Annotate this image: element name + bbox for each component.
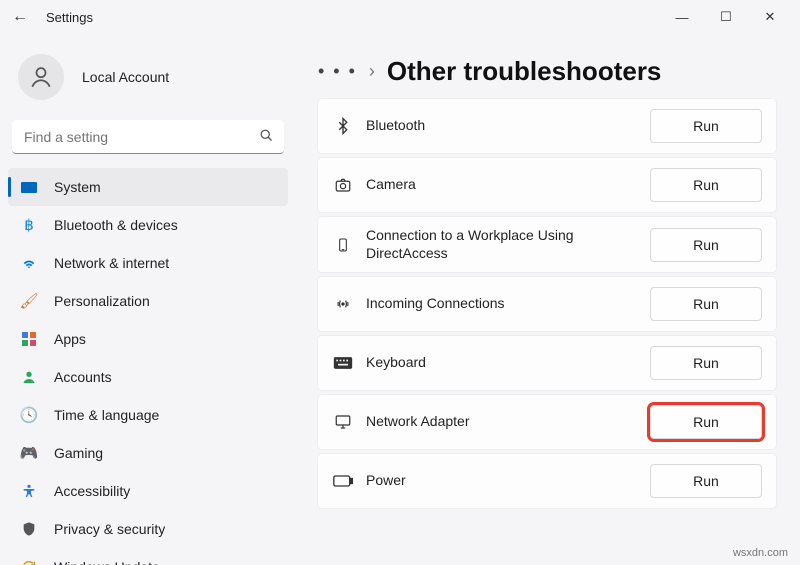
run-button[interactable]: Run: [650, 168, 762, 202]
sidebar-item-label: Network & internet: [54, 255, 169, 271]
troubleshooter-list: Bluetooth Run Camera Run Connection to a…: [318, 99, 776, 508]
run-button[interactable]: Run: [650, 109, 762, 143]
troubleshooter-label: Keyboard: [360, 354, 650, 372]
shield-icon: [18, 518, 40, 540]
bluetooth-icon: [326, 117, 360, 135]
troubleshooter-label: Power: [360, 472, 650, 490]
sidebar-item-apps[interactable]: Apps: [8, 320, 288, 358]
close-button[interactable]: ✕: [748, 2, 792, 32]
troubleshooter-incoming-connections: Incoming Connections Run: [318, 277, 776, 331]
nav-list: System ฿ Bluetooth & devices Network & in…: [8, 168, 288, 565]
minimize-button[interactable]: —: [660, 2, 704, 32]
troubleshooter-label: Network Adapter: [360, 413, 650, 431]
troubleshooter-power: Power Run: [318, 454, 776, 508]
troubleshooter-network-adapter: Network Adapter Run: [318, 395, 776, 449]
troubleshooter-label: Connection to a Workplace Using DirectAc…: [360, 227, 650, 262]
account-name: Local Account: [82, 69, 169, 85]
sidebar-item-personalization[interactable]: 🖌 Personalization: [8, 282, 288, 320]
run-button[interactable]: Run: [650, 405, 762, 439]
brush-icon: 🖌: [18, 290, 40, 312]
window-title: Settings: [46, 10, 93, 25]
maximize-button[interactable]: ☐: [704, 2, 748, 32]
clock-icon: 🕓: [18, 404, 40, 426]
sidebar: Local Account System ฿ Bluetooth & device…: [0, 34, 296, 565]
sidebar-item-label: Accessibility: [54, 483, 130, 499]
keyboard-icon: [326, 356, 360, 370]
breadcrumb: • • • › Other troubleshooters: [318, 56, 776, 87]
camera-icon: [326, 176, 360, 194]
sidebar-item-gaming[interactable]: 🎮 Gaming: [8, 434, 288, 472]
troubleshooter-bluetooth: Bluetooth Run: [318, 99, 776, 153]
display-icon: [18, 176, 40, 198]
sidebar-item-label: Gaming: [54, 445, 103, 461]
sidebar-item-label: Privacy & security: [54, 521, 165, 537]
sidebar-item-label: Apps: [54, 331, 86, 347]
sidebar-item-label: Time & language: [54, 407, 159, 423]
wifi-icon: [18, 252, 40, 274]
sidebar-item-system[interactable]: System: [8, 168, 288, 206]
sidebar-item-label: Accounts: [54, 369, 112, 385]
run-button[interactable]: Run: [650, 464, 762, 498]
page-title: Other troubleshooters: [387, 56, 661, 87]
troubleshooter-workplace-directaccess: Connection to a Workplace Using DirectAc…: [318, 217, 776, 272]
search-wrap: [12, 120, 284, 154]
run-button[interactable]: Run: [650, 287, 762, 321]
watermark: wsxdn.com: [733, 547, 788, 559]
sidebar-item-label: Windows Update: [54, 559, 160, 565]
sidebar-item-time-language[interactable]: 🕓 Time & language: [8, 396, 288, 434]
sidebar-item-windows-update[interactable]: Windows Update: [8, 548, 288, 565]
bluetooth-icon: ฿: [18, 214, 40, 236]
workplace-icon: [326, 235, 360, 255]
run-button[interactable]: Run: [650, 346, 762, 380]
troubleshooter-keyboard: Keyboard Run: [318, 336, 776, 390]
chevron-right-icon: ›: [369, 61, 375, 82]
troubleshooter-label: Camera: [360, 176, 650, 194]
profile-block[interactable]: Local Account: [8, 44, 288, 120]
search-icon: [259, 128, 274, 146]
avatar: [18, 54, 64, 100]
sidebar-item-bluetooth-devices[interactable]: ฿ Bluetooth & devices: [8, 206, 288, 244]
sidebar-item-privacy-security[interactable]: Privacy & security: [8, 510, 288, 548]
battery-icon: [326, 475, 360, 487]
titlebar: ← Settings — ☐ ✕: [0, 0, 800, 34]
sidebar-item-label: Bluetooth & devices: [54, 217, 178, 233]
sidebar-item-label: System: [54, 179, 101, 195]
sidebar-item-network-internet[interactable]: Network & internet: [8, 244, 288, 282]
accessibility-icon: [18, 480, 40, 502]
run-button[interactable]: Run: [650, 228, 762, 262]
back-button[interactable]: ←: [8, 8, 32, 26]
gaming-icon: 🎮: [18, 442, 40, 464]
monitor-icon: [326, 413, 360, 431]
sidebar-item-label: Personalization: [54, 293, 150, 309]
troubleshooter-label: Bluetooth: [360, 117, 650, 135]
main-content: • • • › Other troubleshooters Bluetooth …: [296, 34, 800, 565]
update-icon: [18, 556, 40, 565]
signal-icon: [326, 296, 360, 312]
troubleshooter-camera: Camera Run: [318, 158, 776, 212]
apps-icon: [18, 328, 40, 350]
sidebar-item-accessibility[interactable]: Accessibility: [8, 472, 288, 510]
person-icon: [28, 64, 54, 90]
search-input[interactable]: [12, 120, 284, 154]
sidebar-item-accounts[interactable]: Accounts: [8, 358, 288, 396]
breadcrumb-more[interactable]: • • •: [318, 61, 357, 82]
account-icon: [18, 366, 40, 388]
troubleshooter-label: Incoming Connections: [360, 295, 650, 313]
